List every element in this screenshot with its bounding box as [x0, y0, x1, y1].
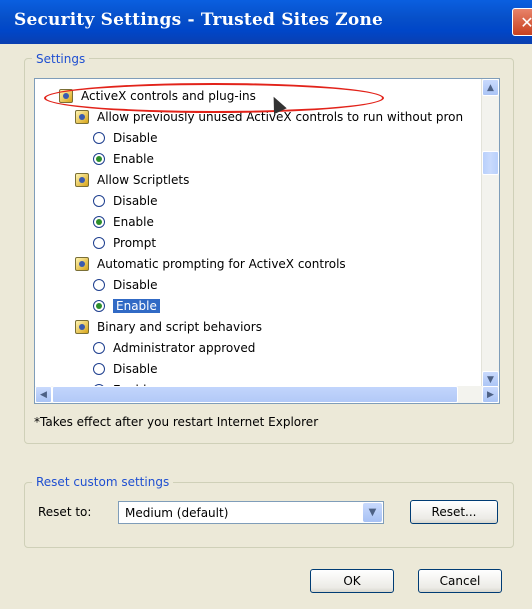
- settings-icon: [75, 319, 89, 334]
- reset-button[interactable]: Reset...: [410, 500, 498, 524]
- chevron-down-icon[interactable]: ▼: [363, 503, 382, 522]
- horizontal-scroll-thumb[interactable]: [52, 386, 458, 403]
- scroll-left-button[interactable]: ◀: [35, 386, 52, 403]
- radio-checked-icon[interactable]: [93, 299, 105, 312]
- settings-icon: [75, 172, 89, 187]
- cancel-button[interactable]: Cancel: [418, 569, 502, 593]
- reset-level-dropdown[interactable]: Medium (default) ▼: [118, 501, 384, 524]
- radio-option-enable[interactable]: Enable: [93, 211, 154, 232]
- red-highlight-ellipse: [44, 83, 384, 113]
- tree-row-label: Automatic prompting for ActiveX controls: [97, 256, 346, 271]
- settings-tree[interactable]: Display video and animation on a webpage…: [34, 78, 500, 404]
- tree-row-label: Prompt: [113, 235, 157, 250]
- scroll-right-button[interactable]: ▶: [482, 386, 499, 403]
- radio-checked-icon[interactable]: [93, 152, 105, 165]
- radio-option-prompt[interactable]: Prompt: [93, 232, 156, 253]
- tree-row-label: Display video and animation on a webpage…: [97, 404, 466, 405]
- tree-row-label: Disable: [113, 361, 158, 376]
- tree-row-label: Enable: [113, 151, 154, 166]
- settings-item: Allow Scriptlets: [75, 169, 189, 190]
- settings-legend: Settings: [32, 52, 90, 66]
- radio-unchecked-icon[interactable]: [93, 131, 105, 144]
- restart-note: *Takes effect after you restart Internet…: [34, 415, 319, 429]
- settings-icon: [75, 404, 89, 405]
- scroll-up-button[interactable]: ▲: [482, 79, 499, 96]
- title-bar[interactable]: Security Settings - Trusted Sites Zone ✕: [0, 0, 532, 44]
- tree-row-label: Disable: [113, 193, 158, 208]
- radio-option-enable[interactable]: Enable: [93, 295, 160, 316]
- tree-row-label: Allow Scriptlets: [97, 172, 190, 187]
- tree-row-label: Enable: [113, 298, 160, 313]
- tree-row-label: Disable: [113, 130, 158, 145]
- radio-unchecked-icon[interactable]: [93, 362, 105, 375]
- radio-unchecked-icon[interactable]: [93, 194, 105, 207]
- tree-row-label: Disable: [113, 277, 158, 292]
- tree-row-label: Enable: [113, 214, 154, 229]
- radio-option-disable[interactable]: Disable: [93, 358, 158, 379]
- radio-option-disable[interactable]: Disable: [93, 190, 158, 211]
- window-title: Security Settings - Trusted Sites Zone: [14, 10, 384, 30]
- radio-option-administrator-approved[interactable]: Administrator approved: [93, 337, 255, 358]
- radio-unchecked-icon[interactable]: [93, 278, 105, 291]
- horizontal-scrollbar[interactable]: ◀ ▶: [35, 386, 499, 403]
- reset-level-value: Medium (default): [125, 506, 229, 520]
- radio-option-disable[interactable]: Disable: [93, 274, 158, 295]
- security-settings-dialog: Security Settings - Trusted Sites Zone ✕…: [0, 0, 532, 609]
- radio-option-enable[interactable]: Enable: [93, 148, 154, 169]
- scroll-thumb[interactable]: [482, 151, 499, 175]
- ok-button[interactable]: OK: [310, 569, 394, 593]
- settings-item: Automatic prompting for ActiveX controls: [75, 253, 346, 274]
- tree-row-label: Binary and script behaviors: [97, 319, 262, 334]
- radio-unchecked-icon[interactable]: [93, 236, 105, 249]
- reset-legend: Reset custom settings: [32, 475, 174, 489]
- reset-to-label: Reset to:: [38, 505, 92, 519]
- close-button[interactable]: ✕: [512, 8, 532, 36]
- radio-unchecked-icon[interactable]: [93, 341, 105, 354]
- radio-option-disable[interactable]: Disable: [93, 127, 158, 148]
- settings-item: Binary and script behaviors: [75, 316, 262, 337]
- tree-row-label: Administrator approved: [113, 340, 256, 355]
- settings-icon: [75, 256, 89, 271]
- radio-checked-icon[interactable]: [93, 215, 105, 228]
- vertical-scrollbar[interactable]: ▲ ▼: [481, 79, 499, 388]
- settings-icon: [75, 109, 89, 124]
